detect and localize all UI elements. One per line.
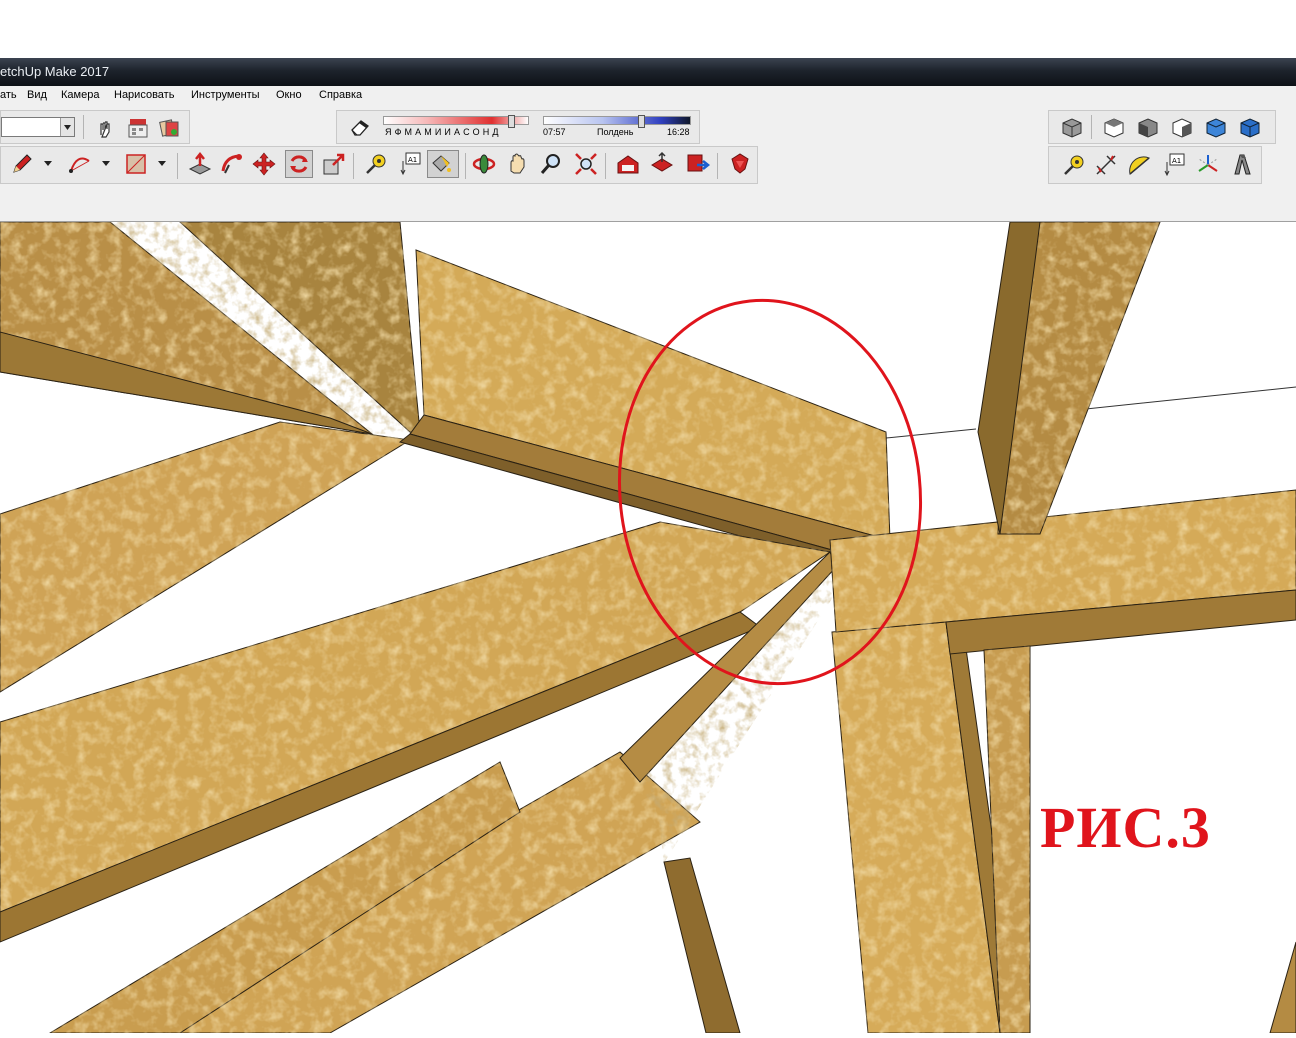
view-back-icon[interactable] — [1203, 114, 1229, 140]
dimension-icon[interactable] — [1093, 152, 1119, 178]
view-top-icon[interactable] — [1101, 114, 1127, 140]
months-label: Я Ф М А М И И А С О Н Д — [385, 127, 499, 137]
pencil-icon[interactable] — [9, 151, 35, 177]
figure-caption: РИС.3 — [1040, 795, 1211, 860]
3d-text-icon[interactable] — [1229, 152, 1255, 178]
view-right-icon[interactable] — [1169, 114, 1195, 140]
chevron-down-icon[interactable] — [101, 155, 111, 177]
toolbar-shadows: Я Ф М А М И И А С О Н Д 07:57 Полдень 16… — [336, 110, 700, 144]
window-title: etchUp Make 2017 — [0, 64, 110, 79]
axes-icon[interactable] — [1195, 152, 1221, 178]
scale-icon[interactable] — [321, 151, 347, 177]
orbit-icon[interactable] — [471, 151, 497, 177]
hand-select-icon[interactable] — [93, 115, 119, 141]
text-icon[interactable]: A1 — [1161, 152, 1187, 178]
toolbar-views — [1048, 110, 1276, 144]
svg-text:A1: A1 — [1172, 157, 1181, 165]
toolbar-standard — [0, 110, 190, 144]
chevron-down-icon[interactable] — [157, 155, 167, 177]
menu-view[interactable]: Вид — [27, 89, 47, 101]
materials-icon[interactable] — [157, 115, 183, 141]
date-slider-thumb[interactable] — [508, 115, 515, 128]
upload-icon[interactable] — [685, 151, 711, 177]
title-bar: etchUp Make 2017 — [0, 58, 1296, 86]
tape-measure-icon[interactable] — [363, 151, 389, 177]
time-end-label: 16:28 — [667, 127, 690, 137]
arc-icon[interactable] — [67, 151, 93, 177]
eraser-icon[interactable] — [347, 114, 373, 140]
menu-tools[interactable]: Инструменты — [191, 89, 260, 101]
toolbar-construction: A1 — [1048, 146, 1262, 184]
toolbar-area: Я Ф М А М И И А С О Н Д 07:57 Полдень 16… — [0, 106, 1296, 222]
timber-frame — [0, 221, 1296, 1034]
push-pull-icon[interactable] — [187, 151, 213, 177]
components-icon[interactable] — [125, 115, 151, 141]
menu-camera[interactable]: Камера — [61, 89, 99, 101]
zoom-icon[interactable] — [539, 151, 565, 177]
toolbar-large-tools: A1 — [0, 146, 758, 184]
chevron-down-icon[interactable] — [60, 118, 74, 136]
warehouse-icon[interactable] — [615, 151, 641, 177]
menu-draw[interactable]: Нарисовать — [114, 89, 174, 101]
text-icon[interactable]: A1 — [397, 151, 423, 177]
time-start-label: 07:57 — [543, 127, 566, 137]
extension-warehouse-icon[interactable] — [727, 151, 753, 177]
time-slider[interactable] — [543, 115, 691, 128]
rectangle-icon[interactable] — [123, 151, 149, 177]
view-left-icon[interactable] — [1237, 114, 1263, 140]
time-slider-thumb[interactable] — [638, 115, 645, 128]
rotate-icon[interactable] — [285, 150, 313, 178]
views-iso-icon[interactable] — [1059, 114, 1085, 140]
menu-help[interactable]: Справка — [319, 89, 362, 101]
menu-file[interactable]: ать — [0, 89, 17, 101]
follow-me-icon[interactable] — [219, 151, 245, 177]
time-noon-label: Полдень — [597, 127, 634, 137]
svg-text:A1: A1 — [408, 156, 417, 164]
paint-bucket-icon[interactable] — [427, 150, 459, 178]
zoom-extents-icon[interactable] — [573, 151, 599, 177]
view-front-icon[interactable] — [1135, 114, 1161, 140]
model-viewport[interactable] — [0, 221, 1296, 1034]
share-model-icon[interactable] — [649, 151, 675, 177]
chevron-down-icon[interactable] — [43, 155, 53, 177]
move-icon[interactable] — [251, 151, 277, 177]
date-slider[interactable] — [383, 115, 529, 128]
tape-measure-icon[interactable] — [1061, 152, 1087, 178]
screenshot-margin — [0, 0, 1296, 58]
menu-bar: ать Вид Камера Нарисовать Инструменты Ок… — [0, 86, 1296, 106]
menu-window[interactable]: Окно — [276, 89, 302, 101]
pan-icon[interactable] — [505, 151, 531, 177]
protractor-icon[interactable] — [1127, 152, 1153, 178]
layer-dropdown[interactable] — [1, 117, 75, 137]
